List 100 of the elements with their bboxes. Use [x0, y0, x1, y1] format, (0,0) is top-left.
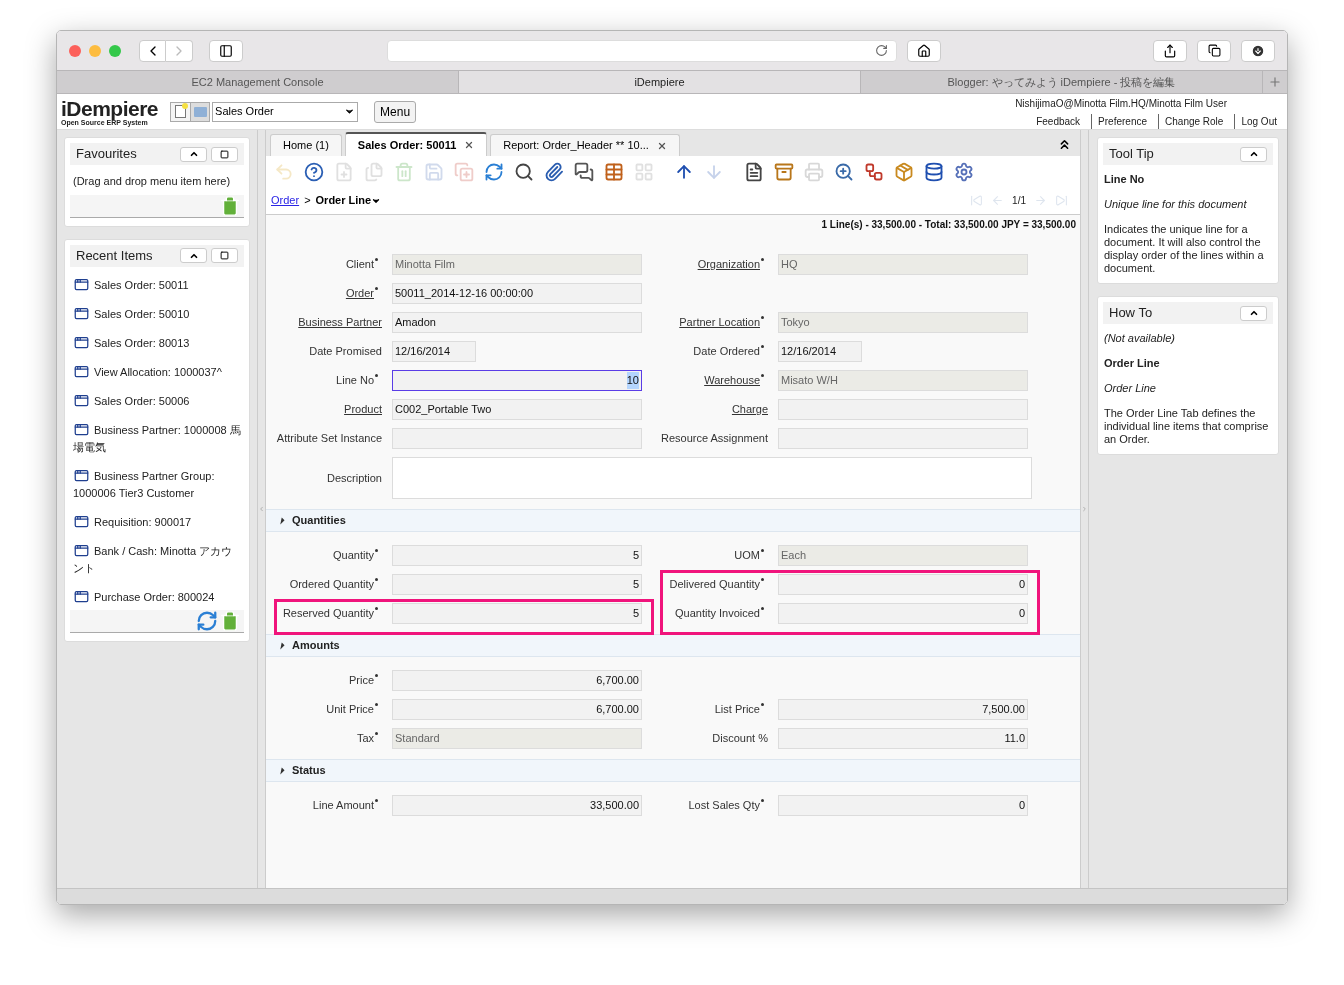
share-icon — [1163, 43, 1177, 58]
back-button[interactable] — [139, 39, 166, 62]
breadcrumb-current[interactable]: Order Line — [315, 192, 372, 209]
recent-item[interactable]: Requisition: 900017 — [73, 513, 241, 531]
input-field[interactable] — [778, 399, 1028, 420]
browser-tab[interactable]: iDempiere — [459, 71, 861, 93]
input-field[interactable]: Standard — [392, 728, 642, 749]
window-icon — [74, 334, 89, 350]
input-field[interactable]: 6,700.00 — [392, 670, 642, 691]
field-label: Lost Sales Qty — [688, 797, 768, 814]
help-heading: Line No — [1104, 173, 1146, 186]
document-tab[interactable]: Sales Order: 50011 — [344, 132, 488, 156]
input-field[interactable]: Minotta Film — [392, 254, 642, 275]
field-label: Line Amount — [312, 797, 382, 814]
input-field[interactable]: Misato W/H — [778, 370, 1028, 391]
recent-item[interactable]: Sales Order: 50006 — [73, 392, 241, 410]
input-field[interactable]: 5 — [392, 545, 642, 566]
collapse-button[interactable] — [1240, 305, 1267, 321]
section-header[interactable]: Status — [266, 759, 1080, 782]
field-label[interactable]: Warehouse — [704, 372, 768, 389]
sidebar-button[interactable] — [209, 39, 243, 62]
downloads-button[interactable] — [1241, 39, 1275, 62]
refresh-icon[interactable] — [196, 609, 218, 632]
recent-item[interactable]: Business Partner: 1000008 馬場電気 — [73, 421, 241, 456]
reload-icon[interactable] — [875, 44, 888, 57]
input-field[interactable] — [392, 428, 642, 449]
maximize-button[interactable] — [211, 146, 238, 162]
input-field[interactable] — [778, 428, 1028, 449]
recent-item[interactable]: Business Partner Group: 1000006 Tier3 Customer — [73, 467, 241, 502]
browser-tab[interactable]: Blogger: やってみよう iDempiere - 投稿を編集 — [861, 71, 1263, 93]
input-field[interactable]: HQ — [778, 254, 1028, 275]
save-new-icon — [454, 161, 474, 182]
field-label[interactable]: Partner Location — [679, 314, 768, 331]
window-icon — [74, 542, 89, 558]
input-field[interactable]: 5 — [392, 603, 642, 624]
field-label: Date Promised — [309, 344, 382, 360]
window-icon — [74, 363, 89, 379]
recent-item[interactable]: Sales Order: 80013 — [73, 334, 241, 352]
input-field[interactable]: Tokyo — [778, 312, 1028, 333]
input-field[interactable]: 0 — [778, 795, 1028, 816]
input-field[interactable]: C002_Portable Two — [392, 399, 642, 420]
collapse-icon — [188, 149, 199, 159]
input-field[interactable]: 10 — [392, 370, 642, 391]
header-link[interactable]: Feedback — [1030, 113, 1087, 129]
collapse-button[interactable] — [1240, 146, 1267, 162]
undo-icon — [274, 161, 294, 182]
tabs-button[interactable] — [1197, 39, 1231, 62]
plus-icon — [1268, 75, 1282, 89]
field-label[interactable]: Business Partner — [298, 314, 382, 331]
recent-item[interactable]: Purchase Order: 800024 — [73, 588, 241, 606]
input-field[interactable]: 33,500.00 — [392, 795, 642, 816]
close-window-icon[interactable] — [69, 44, 81, 57]
header-link[interactable]: Log Out — [1234, 113, 1283, 129]
field-label[interactable]: Order — [345, 285, 382, 302]
recent-item[interactable]: View Allocation: 1000037^ — [73, 363, 241, 381]
field-label[interactable]: Charge — [731, 401, 768, 418]
section-header[interactable]: Quantities — [266, 509, 1080, 532]
section-header[interactable]: Amounts — [266, 634, 1080, 657]
favourite-document-icon[interactable] — [171, 102, 191, 121]
input-field[interactable]: 5 — [392, 574, 642, 595]
input-field[interactable]: Each — [778, 545, 1028, 566]
collapse-button[interactable] — [180, 248, 207, 263]
window-icon — [74, 421, 89, 437]
menu-search-select[interactable]: Sales Order — [212, 101, 359, 122]
input-field[interactable]: Amadon — [392, 312, 642, 333]
field-label[interactable]: Product — [344, 401, 382, 418]
database-icon — [924, 161, 944, 182]
close-tab-icon[interactable] — [656, 140, 667, 151]
input-field[interactable]: 7,500.00 — [778, 699, 1028, 720]
document-tab[interactable]: Home (1) — [270, 134, 342, 156]
input-field[interactable]: 50011_2014-12-16 00:00:00 — [392, 283, 642, 304]
section-title: Quantities — [292, 513, 346, 529]
header-link[interactable]: Change Role — [1158, 113, 1230, 129]
home-button[interactable] — [907, 39, 941, 62]
input-field[interactable]: 12/16/2014 — [778, 341, 862, 362]
section-title: Amounts — [292, 638, 340, 654]
field-label[interactable]: Organization — [697, 256, 768, 273]
input-field[interactable]: 0 — [778, 574, 1028, 595]
input-field[interactable]: 6,700.00 — [392, 699, 642, 720]
share-button[interactable] — [1153, 39, 1187, 62]
recent-item[interactable]: Sales Order: 50011 — [73, 276, 241, 294]
trash-icon[interactable] — [219, 609, 241, 632]
header-link[interactable]: Preference — [1091, 113, 1154, 129]
trash-icon[interactable] — [219, 194, 241, 217]
window-icon — [74, 513, 89, 529]
input-field[interactable]: 0 — [778, 603, 1028, 624]
collapse-button[interactable] — [180, 146, 207, 162]
menu-button[interactable]: Menu — [374, 100, 417, 123]
maximize-button[interactable] — [211, 248, 238, 263]
window-icon — [74, 305, 89, 321]
recent-item[interactable]: Sales Order: 50010 — [73, 305, 241, 323]
recent-item[interactable]: Bank / Cash: Minotta アカウント — [73, 542, 241, 577]
input-field[interactable]: 11.0 — [778, 728, 1028, 749]
copy-icon — [364, 161, 384, 182]
document-tab[interactable]: Report: Order_Header ** 10... — [490, 134, 680, 156]
close-tab-icon[interactable] — [464, 140, 475, 150]
drag-hint: (Drag and drop menu item here) — [72, 174, 232, 189]
breadcrumb-link[interactable]: Order — [271, 192, 300, 209]
input-field[interactable]: 12/16/2014 — [392, 341, 476, 362]
record-counter: 1/1 — [1012, 194, 1026, 208]
